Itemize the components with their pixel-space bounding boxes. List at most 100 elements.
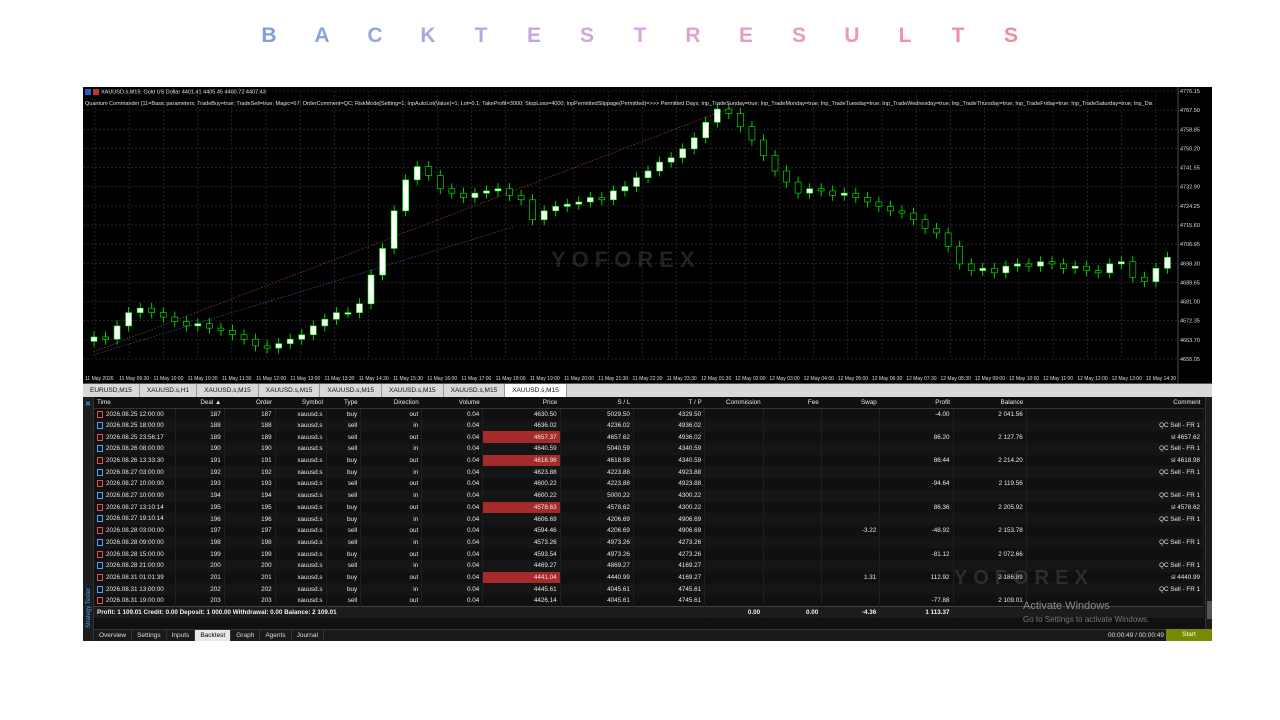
symbol-tab[interactable]: XAUUSD.s,M15 <box>382 384 444 397</box>
deal-tp: 4936.02 <box>633 431 706 444</box>
deal-profit: -94.64 <box>879 478 954 490</box>
scrollbar[interactable] <box>1205 397 1212 629</box>
candlestick-chart[interactable]: 4776.15 4767.50 4758.85 4750.20 4741.55 4732.… <box>83 87 1212 383</box>
time-label: 12 May 10:00 <box>1009 376 1040 382</box>
deal-swap <box>821 501 881 514</box>
tab-settings[interactable]: Settings <box>132 630 167 641</box>
table-row[interactable]: 2026.08.26 08:00:00 190 190 xauusd.s sell in 0… <box>94 443 1205 455</box>
time-label: 12 May 14:30 <box>1146 376 1177 382</box>
total-fee: 0.00 <box>763 606 823 619</box>
column-header[interactable]: T / P <box>633 397 705 409</box>
deal-symbol: xauusd.s <box>275 559 327 572</box>
price-label: 4732.90 <box>1180 185 1200 191</box>
candle <box>621 186 629 192</box>
candle <box>252 338 259 347</box>
deal-balance: 2 153.78 <box>953 524 1027 537</box>
symbol-tab[interactable]: XAUUSD.s,M15 <box>320 384 382 397</box>
symbol-tab[interactable]: XAUUSD.s,M15 <box>197 384 259 397</box>
price-chart[interactable]: 4776.15 4767.50 4758.85 4750.20 4741.55 4732.… <box>83 87 1212 383</box>
column-header[interactable]: Type <box>326 397 361 409</box>
deal-volume: 0.04 <box>421 478 484 490</box>
deal-time: 2026.08.27 10:00:00 <box>94 489 176 502</box>
symbol-tab[interactable]: XAUUSD.s,M15 <box>444 384 506 397</box>
candle <box>344 312 352 315</box>
deal-volume: 0.04 <box>421 536 484 549</box>
deal-time: 2026.08.25 23:56:17 <box>94 431 176 444</box>
column-header[interactable]: Price <box>482 397 561 409</box>
close-icon[interactable]: ✕ <box>85 400 91 408</box>
deal-fee <box>763 466 823 479</box>
column-header[interactable]: Fee <box>763 397 822 409</box>
column-header[interactable]: Balance <box>953 397 1027 409</box>
table-row[interactable]: 2026.08.26 13:33:30 191 191 xauusd.s buy out 0… <box>94 454 1205 467</box>
flag-icon <box>93 89 99 95</box>
deal-time: 2026.08.31 01:01:39 <box>94 571 176 584</box>
table-row[interactable]: 2026.08.27 10:00:00 193 193 xauusd.s sell out… <box>94 478 1205 490</box>
table-row[interactable]: 2026.08.25 12:00:00 187 187 xauusd.s buy out 0… <box>94 408 1205 420</box>
deal-swap: -3.22 <box>821 524 881 537</box>
symbol-tab[interactable]: XAUUSD.s,H1 <box>140 384 198 397</box>
column-header[interactable]: Profit <box>879 397 953 409</box>
tab-overview[interactable]: Overview <box>94 630 133 641</box>
table-row[interactable]: 2026.08.28 09:00:00 198 198 xauusd.s sell in 0… <box>94 536 1205 549</box>
order-id: 200 <box>224 559 276 572</box>
page-title: BACKTESTRESULTS <box>0 18 1280 54</box>
candle <box>794 181 802 194</box>
candle <box>1129 261 1137 278</box>
column-header[interactable]: S / L <box>560 397 634 409</box>
price-label: 4655.05 <box>1180 357 1200 363</box>
start-button[interactable]: Start <box>1166 629 1212 641</box>
deal-volume: 0.04 <box>421 583 484 595</box>
deal-time: 2026.08.27 03:00:00 <box>94 466 176 479</box>
deal-fee <box>763 548 823 560</box>
column-header[interactable]: Order <box>224 397 276 409</box>
time-label: 11 May 13:00 <box>290 376 320 382</box>
candle <box>598 197 606 201</box>
deal-sl: 4206.69 <box>560 513 634 525</box>
table-row[interactable]: 2026.08.25 23:56:17 189 189 xauusd.s sell out… <box>94 431 1205 444</box>
symbol-tab[interactable]: XAUUSD.s,M15 <box>259 384 321 397</box>
column-header[interactable]: Commission <box>704 397 764 409</box>
candle <box>275 343 282 349</box>
scrollbar-thumb[interactable] <box>1207 601 1212 619</box>
trend-line <box>92 102 744 353</box>
deal-fee <box>763 501 823 514</box>
deal-commission <box>704 478 765 490</box>
column-header[interactable]: Comment <box>1026 397 1204 409</box>
column-header[interactable]: Symbol <box>275 397 327 409</box>
deal-id: 192 <box>175 466 225 479</box>
table-row[interactable]: 2026.08.27 03:00:00 192 192 xauusd.s buy in 0.… <box>94 466 1205 479</box>
deal-direction: out <box>360 478 423 490</box>
column-header[interactable]: Direction <box>360 397 422 409</box>
candle <box>1152 268 1160 282</box>
deal-id: 195 <box>175 501 225 514</box>
column-header[interactable]: Deal ▲ <box>175 397 225 409</box>
table-row[interactable]: 2026.08.25 18:00:00 188 188 xauusd.s sell in 0… <box>94 419 1205 432</box>
title-letter: T <box>951 24 965 47</box>
table-row[interactable]: 2026.08.27 13:10:14 195 195 xauusd.s buy out 0… <box>94 501 1205 514</box>
symbol-tab[interactable]: XAUUSD.s,M15 <box>505 384 567 397</box>
column-header[interactable]: Swap <box>821 397 880 409</box>
candle <box>1141 276 1148 282</box>
deal-price: 4469.27 <box>482 559 561 572</box>
deal-profit <box>879 513 954 525</box>
tab-journal[interactable]: Journal <box>292 630 324 641</box>
table-row[interactable]: 2026.08.27 10:00:00 194 194 xauusd.s sell in 0… <box>94 489 1205 502</box>
table-row[interactable]: 2026.08.28 03:00:00 197 197 xauusd.s sell out… <box>94 524 1205 537</box>
tab-graph[interactable]: Graph <box>231 630 261 641</box>
deal-time: 2026.08.27 10:00:00 <box>94 478 176 490</box>
tab-inputs[interactable]: Inputs <box>167 630 196 641</box>
table-row[interactable]: 2026.08.28 15:00:00 199 199 xauusd.s buy out 0… <box>94 548 1205 560</box>
totals-summary: Profit: 1 109.01 Credit: 0.00 Deposit: 1… <box>94 606 706 619</box>
column-header[interactable]: Volume <box>421 397 483 409</box>
tab-backtest[interactable]: Backtest <box>195 630 232 641</box>
candle <box>240 334 248 340</box>
symbol-tab[interactable]: EURUSD,M15 <box>83 384 140 397</box>
watermark: YOFOREX <box>954 567 1094 589</box>
tab-agents[interactable]: Agents <box>260 630 292 641</box>
deal-symbol: xauusd.s <box>275 536 327 549</box>
table-row[interactable]: 2026.08.27 19:10:14 196 196 xauusd.s buy in 0.… <box>94 513 1205 525</box>
candle <box>875 201 883 207</box>
column-header[interactable]: Time <box>94 397 176 409</box>
deal-icon <box>97 410 103 418</box>
